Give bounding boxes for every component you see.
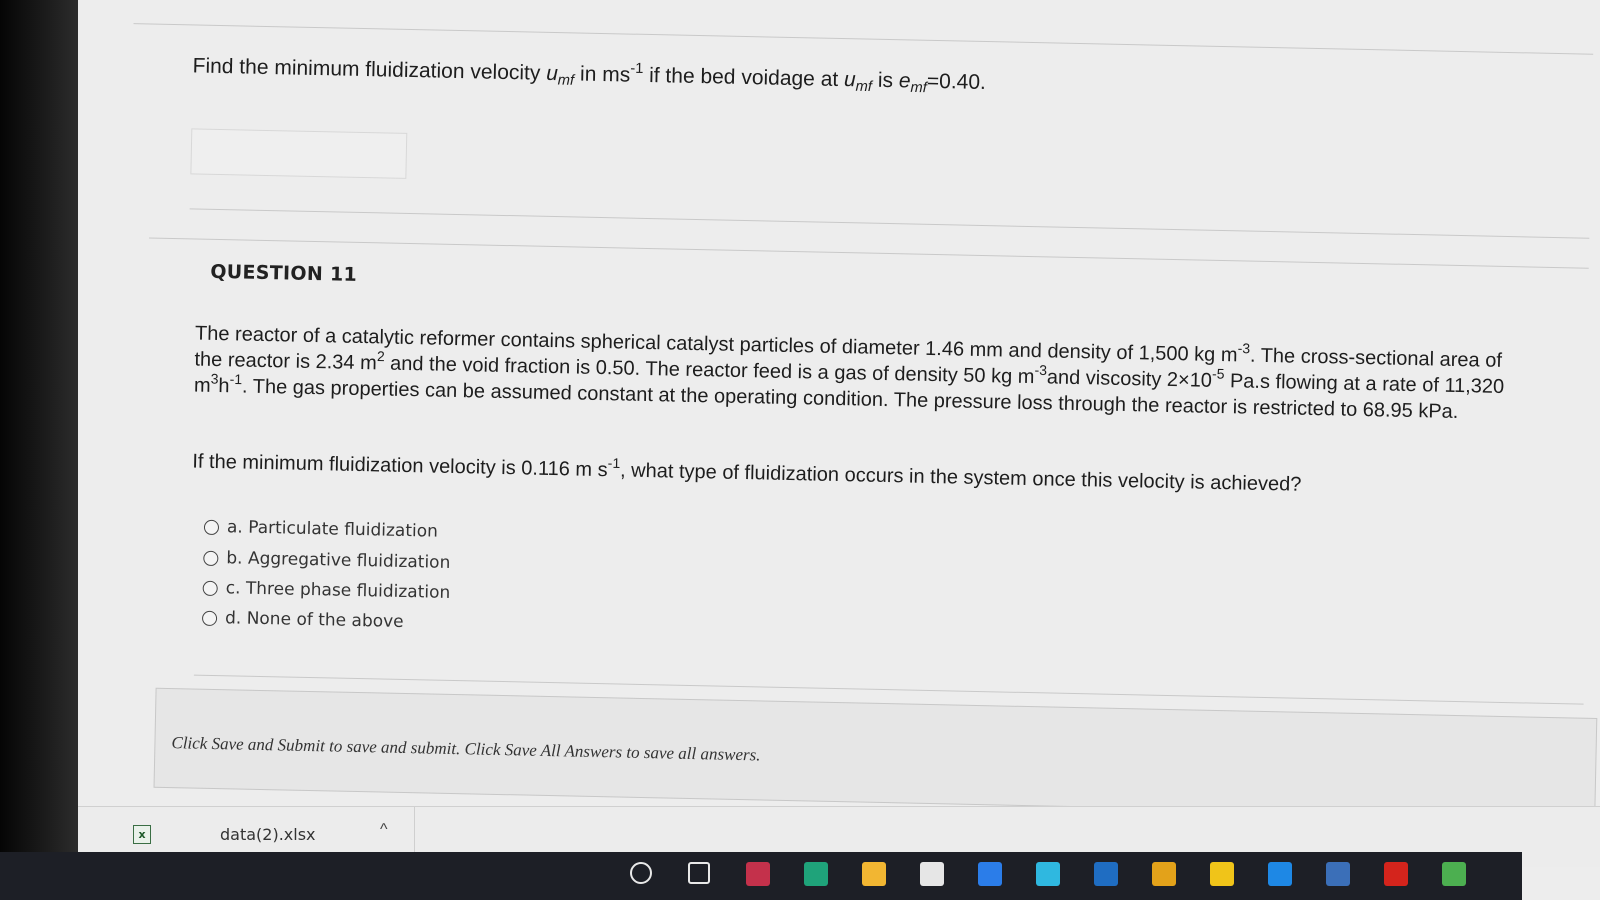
option-b[interactable]: b. Aggregative fluidization [203,548,451,573]
submit-footer: Click Save and Submit to save and submit… [153,687,1598,818]
radio-c[interactable] [202,580,218,596]
q11-text-part: and viscosity 2×10 [1046,366,1213,392]
q11-prompt-part: , what type of fluidization occurs in th… [619,459,1302,496]
option-c[interactable]: c. Three phase fluidization [202,578,451,603]
q11-sup: -5 [1211,365,1225,382]
option-c-label: c. Three phase fluidization [225,578,451,603]
photos-icon[interactable] [1326,862,1350,886]
q10-var-u: u [843,68,856,92]
safari-icon[interactable] [978,862,1002,886]
option-d-label: d. None of the above [224,608,404,632]
q11-sup: -1 [229,370,243,388]
q10-sub-mf: mf [557,72,575,89]
windows-icon[interactable] [1036,862,1060,886]
q11-text-part: h [218,375,230,398]
q10-sub-mf: mf [910,79,927,97]
radio-a[interactable] [203,519,220,535]
option-d[interactable]: d. None of the above [201,608,404,632]
search-icon[interactable] [630,862,652,884]
q10-text-part: if the bed voidage at [643,63,845,92]
question-10-answer-input[interactable] [190,128,408,179]
q10-sup: -1 [630,60,644,78]
windows-taskbar [0,852,1522,900]
sticky-notes-icon[interactable] [1210,862,1234,886]
browser-screen: Find the minimum fluidization velocity u… [78,0,1600,900]
save-instructions: Click Save and Submit to save and submit… [171,733,761,765]
acrobat-icon[interactable] [1384,862,1408,886]
edge-icon[interactable] [804,862,828,886]
store-icon[interactable] [920,862,944,886]
excel-file-icon: x [133,825,151,844]
q11-sup: -3 [1237,339,1251,357]
q10-text-part: in ms [573,62,631,87]
download-file-name[interactable]: data(2).xlsx [220,825,316,844]
q10-var-u: u [545,61,559,86]
q10-text-part: is [871,68,900,93]
question-separator [149,237,1589,269]
option-b-label: b. Aggregative fluidization [226,548,451,573]
notification-app-icon[interactable] [1442,862,1466,886]
question-11-prompt: If the minimum fluidization velocity is … [192,450,1512,501]
top-divider [133,23,1594,55]
q11-sup: -3 [1034,361,1048,378]
quiz-content: Find the minimum fluidization velocity u… [78,0,1600,900]
option-a-label: a. Particulate fluidization [226,517,439,542]
chrome-icon[interactable] [1152,862,1176,886]
q10-var-e: e [898,69,911,93]
monitor-bezel-left [0,0,78,900]
question-11-heading: QUESTION 11 [210,260,358,286]
q10-text-part: Find the minimum fluidization velocity [192,54,547,85]
q11-prompt-sup: -1 [607,454,621,472]
outlook-icon[interactable] [1094,862,1118,886]
radio-d[interactable] [201,610,218,626]
question-10-divider [189,208,1590,239]
teams-icon[interactable] [746,862,770,886]
option-a[interactable]: a. Particulate fluidization [203,517,439,542]
chevron-up-icon[interactable]: ^ [380,821,388,839]
q10-text-part: =0.40. [926,69,987,95]
question-10-text: Find the minimum fluidization velocity u… [192,54,987,97]
task-view-icon[interactable] [688,862,710,884]
file-explorer-icon[interactable] [862,862,886,886]
onedrive-icon[interactable] [1268,862,1292,886]
q11-prompt-part: If the minimum fluidization velocity is … [192,450,608,482]
radio-b[interactable] [203,550,219,566]
q10-sub-mf: mf [855,78,873,96]
question-11-paragraph: The reactor of a catalytic reformer cont… [194,321,1515,427]
